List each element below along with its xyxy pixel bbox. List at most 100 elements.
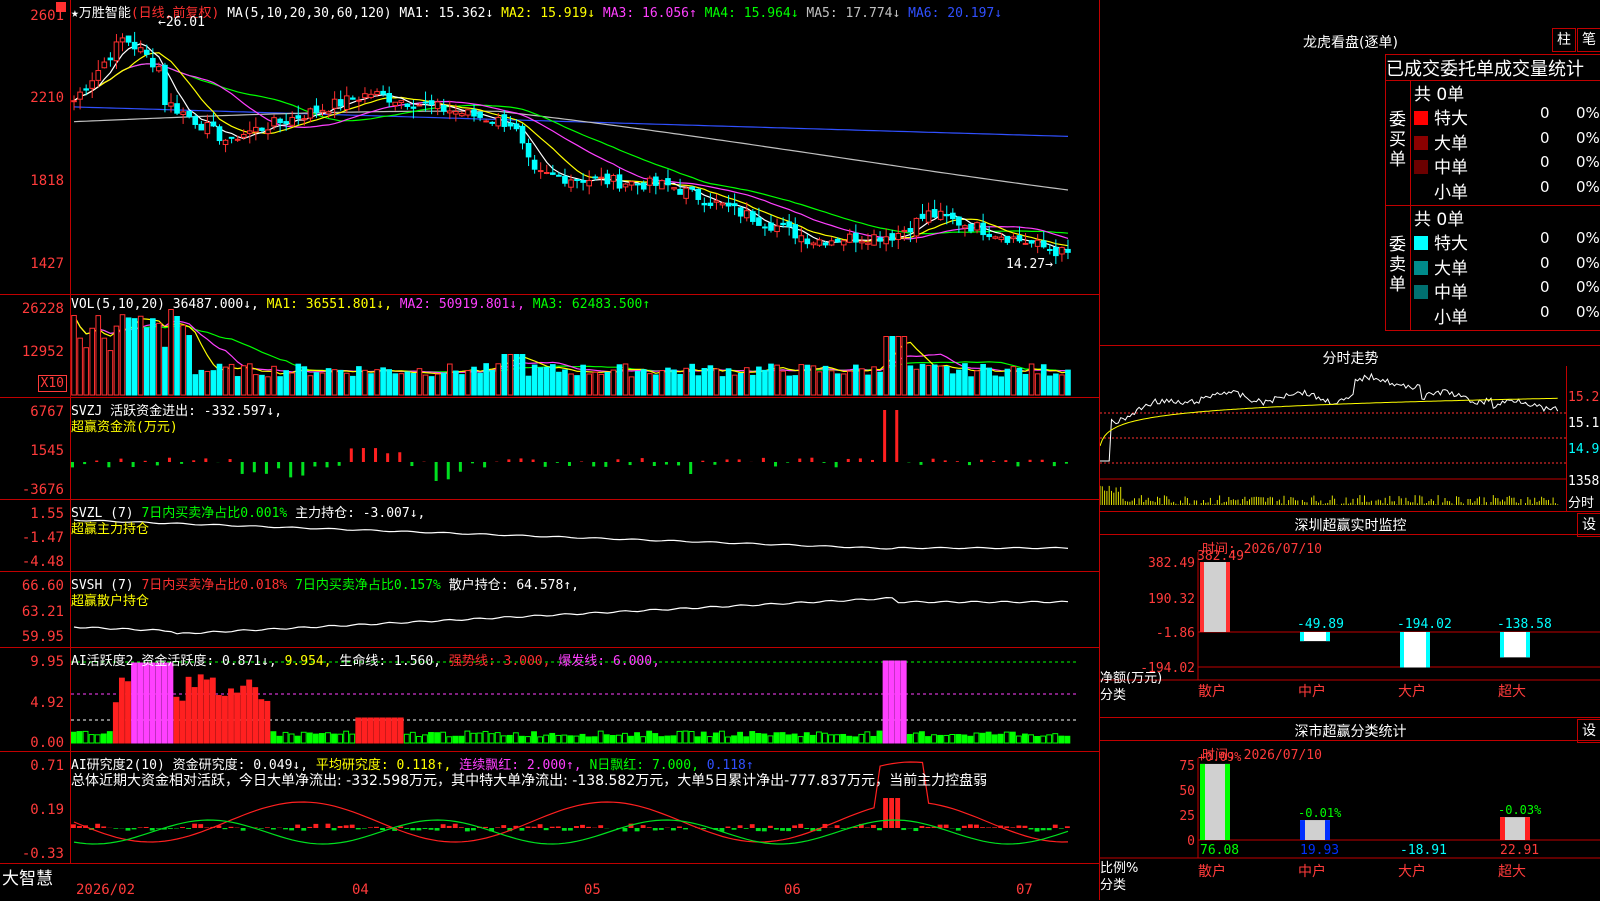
candle-body bbox=[908, 229, 913, 232]
volume-bar bbox=[866, 375, 871, 395]
color-swatch bbox=[1414, 185, 1428, 199]
research-bar bbox=[944, 825, 949, 828]
bar-mode-button[interactable]: 柱 bbox=[1552, 28, 1576, 52]
activity-bar bbox=[726, 737, 731, 743]
research-bar bbox=[447, 826, 452, 828]
flow-bar bbox=[980, 460, 983, 462]
star-icon[interactable]: ★ bbox=[71, 6, 79, 21]
research-bar bbox=[519, 828, 524, 831]
volume-bar bbox=[114, 326, 119, 395]
research-bar bbox=[895, 798, 900, 828]
svzl-y-tick: 1.55 bbox=[30, 506, 64, 522]
candle-body bbox=[320, 110, 325, 112]
volume-bar bbox=[1017, 368, 1022, 395]
candle-body bbox=[654, 177, 659, 185]
flow-bar bbox=[374, 448, 377, 462]
volume-bar bbox=[302, 367, 307, 395]
candle-body bbox=[411, 107, 416, 108]
volume-bar bbox=[544, 367, 549, 395]
volume-bar bbox=[211, 371, 216, 395]
volume-bar bbox=[344, 373, 349, 395]
activity-bar bbox=[816, 732, 821, 743]
research-bar bbox=[259, 828, 264, 829]
activity-bar bbox=[792, 734, 797, 743]
candle-body bbox=[926, 211, 931, 222]
ai-research-panel[interactable]: 0.71 0.19 -0.33 AI研究度2(10) 资金研究度: 0.049↓… bbox=[0, 752, 1099, 863]
classify-chart[interactable]: 7550250+0.09%76.08散户-0.01%19.93中户-18.91大… bbox=[1100, 718, 1600, 900]
research-bar bbox=[1010, 827, 1015, 828]
volume-bar bbox=[514, 355, 519, 396]
activity-bar bbox=[695, 737, 700, 743]
candle-body bbox=[211, 122, 216, 126]
candle-body bbox=[326, 112, 331, 114]
right-sidebar: 龙虎看盘(逐单) 柱 笔 已成交委托单成交量统计 委买单 共 0单 特大00%大… bbox=[1099, 0, 1600, 900]
kline-panel[interactable]: 2601 2210 1818 1427 ★万胜智能(日线,前复权) MA(5,1… bbox=[0, 0, 1099, 295]
longhu-subtitle: 已成交委托单成交量统计 bbox=[1385, 54, 1600, 81]
activity-bar bbox=[471, 733, 476, 743]
candle-body bbox=[672, 188, 677, 189]
intraday-chart[interactable] bbox=[1100, 366, 1566, 506]
activity-bar bbox=[926, 737, 931, 743]
volume-bar bbox=[781, 371, 786, 395]
candle-body bbox=[314, 106, 319, 112]
activity-bar bbox=[501, 736, 506, 743]
high-mark: ←26.01 bbox=[158, 15, 205, 30]
flow-bar bbox=[410, 462, 413, 466]
activity-bar bbox=[223, 696, 228, 743]
monitor-bar-label: 散户 bbox=[1198, 683, 1226, 700]
candle-body bbox=[557, 175, 562, 176]
volume-bar bbox=[696, 376, 701, 395]
candle-body bbox=[138, 48, 143, 52]
svsh-panel[interactable]: 66.60 63.21 59.95 SVSH (7) 7日内买卖净占比0.018… bbox=[0, 572, 1099, 648]
activity-bar bbox=[513, 733, 518, 743]
research-bar bbox=[338, 826, 343, 828]
monitor-section: 深圳超赢实时监控 设 时间: 2026/07/10 382.49190.32-1… bbox=[1100, 512, 1600, 718]
volume-bar bbox=[205, 371, 210, 395]
volume-bar bbox=[466, 371, 471, 395]
activity-bar bbox=[907, 734, 912, 743]
flow-bar bbox=[168, 458, 171, 462]
candle-body bbox=[405, 104, 410, 106]
tick-mode-button[interactable]: 笔 bbox=[1577, 28, 1600, 52]
candle-body bbox=[144, 50, 149, 54]
research-bar bbox=[580, 825, 585, 828]
kline-chart[interactable] bbox=[71, 0, 1099, 294]
activity-bar bbox=[1016, 736, 1021, 743]
flow-bar bbox=[604, 462, 607, 467]
research-bar bbox=[562, 828, 567, 831]
monitor-bar-edge bbox=[1326, 632, 1330, 641]
volume-panel[interactable]: 26228 12952 X10 VOL(5,10,20) 36487.000↓,… bbox=[0, 295, 1099, 398]
research-bar bbox=[574, 826, 579, 828]
activity-bar bbox=[247, 680, 252, 743]
volume-bar bbox=[369, 374, 374, 395]
volume-bar bbox=[181, 325, 186, 395]
app-logo[interactable]: 大智慧 bbox=[2, 864, 53, 889]
monitor-chart[interactable]: 382.49190.32-1.86-194.02382.49散户-49.89中户… bbox=[1100, 512, 1600, 717]
candle-body bbox=[235, 139, 240, 140]
volume-bar bbox=[551, 365, 556, 395]
activity-bar bbox=[665, 736, 670, 743]
candle-body bbox=[635, 184, 640, 185]
volume-bar bbox=[1066, 370, 1071, 395]
ai-active-panel[interactable]: 9.95 4.92 0.00 AI活跃度2 资金活跃度: 0.871↓, 9.9… bbox=[0, 648, 1099, 752]
vol-ma3-line bbox=[74, 316, 1068, 372]
research-bar bbox=[144, 827, 149, 828]
candle-body bbox=[278, 119, 283, 122]
volume-bar bbox=[635, 371, 640, 395]
research-bar bbox=[798, 824, 803, 828]
volume-bar bbox=[660, 371, 665, 395]
volume-bar bbox=[241, 366, 246, 395]
research-bar bbox=[186, 828, 191, 829]
svzl-panel[interactable]: 1.55 -1.47 -4.48 SVZL (7) 7日内买卖净占比0.001%… bbox=[0, 500, 1099, 572]
volume-bar bbox=[932, 365, 937, 395]
volume-title: VOL(5,10,20) bbox=[71, 297, 165, 312]
candle-body bbox=[720, 203, 725, 205]
svzj-panel[interactable]: 6767 1545 -3676 SVZJ 活跃资金进出: -332.597↓, … bbox=[0, 398, 1099, 500]
activity-bar bbox=[180, 701, 185, 743]
order-pct: 0% bbox=[1576, 129, 1600, 147]
research-bar bbox=[301, 828, 306, 831]
intraday-section[interactable]: 分时走势 15.27 15.10 14.93 1358 分时 bbox=[1100, 346, 1600, 512]
research-bar bbox=[774, 828, 779, 830]
activity-bar bbox=[641, 737, 646, 743]
activity-bar bbox=[744, 737, 749, 743]
